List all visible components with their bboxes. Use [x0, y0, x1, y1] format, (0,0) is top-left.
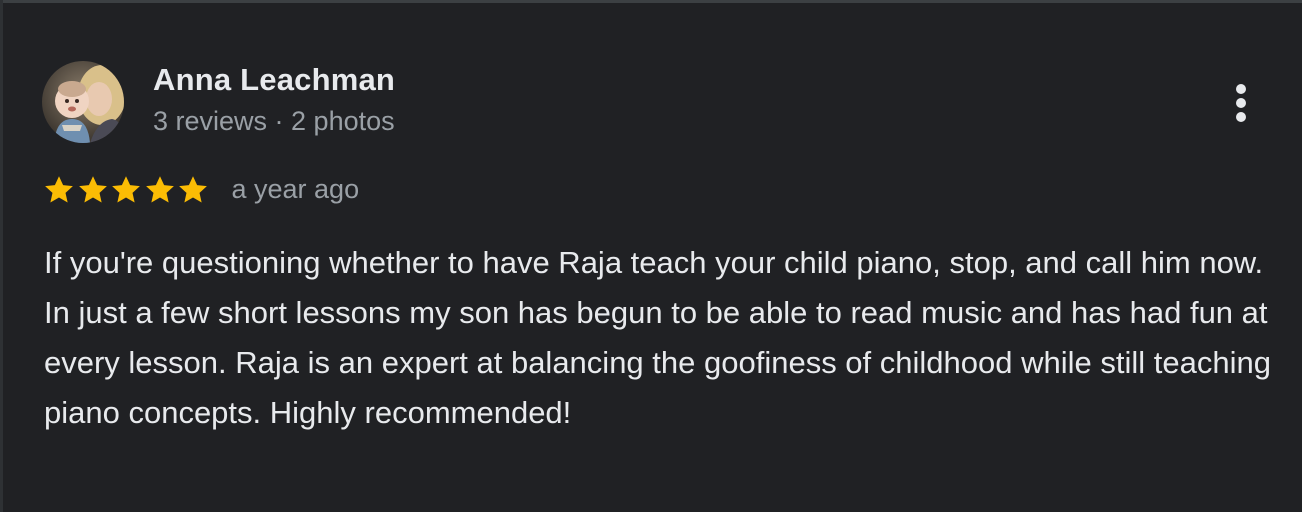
star-icon — [143, 173, 177, 207]
author-avatar[interactable] — [42, 61, 124, 143]
avatar-photo-icon — [42, 61, 124, 143]
review-time: a year ago — [231, 173, 360, 204]
star-icon — [109, 173, 143, 207]
star-icon — [42, 173, 76, 207]
star-icon — [76, 173, 110, 207]
more-options-button[interactable] — [1222, 78, 1260, 126]
author-name[interactable]: Anna Leachman — [153, 62, 395, 98]
review-card: Anna Leachman 3 reviews · 2 photos a yea… — [0, 0, 1302, 512]
star-icon — [176, 173, 210, 207]
star-rating — [42, 173, 210, 207]
review-text: If you're questioning whether to have Ra… — [44, 245, 1271, 430]
rating-row: a year ago — [42, 170, 359, 210]
author-meta[interactable]: 3 reviews · 2 photos — [153, 106, 395, 137]
